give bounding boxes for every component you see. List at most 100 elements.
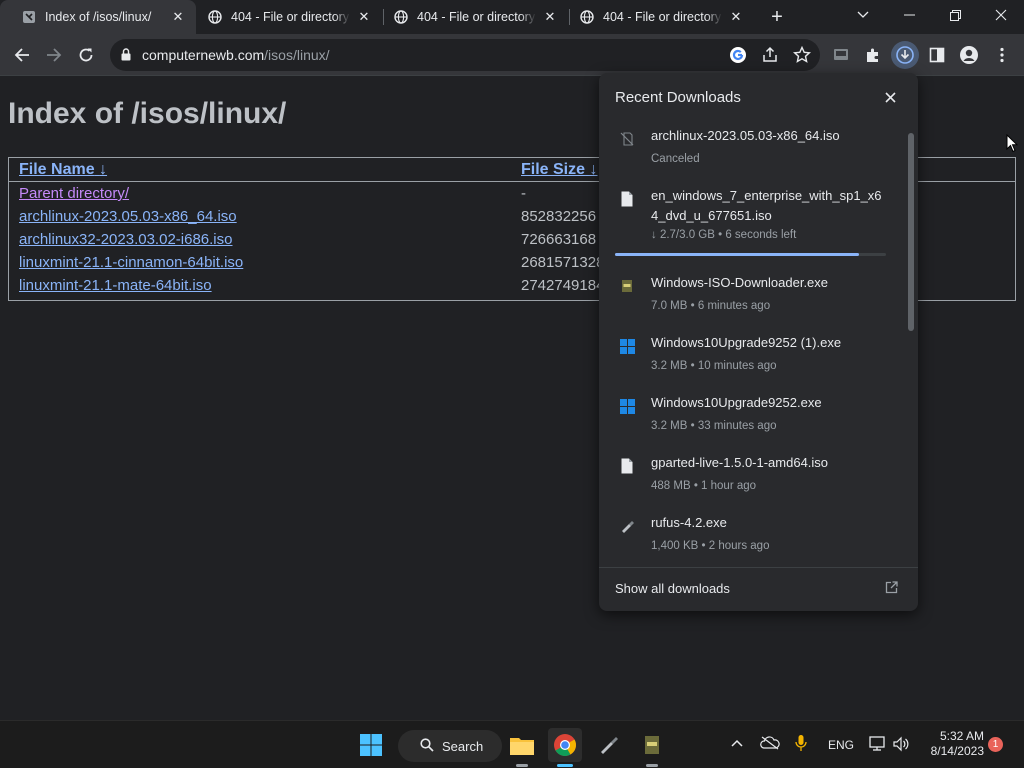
close-window-button[interactable] <box>978 0 1024 30</box>
file-link[interactable]: archlinux32-2023.03.02-i686.iso <box>19 231 232 248</box>
running-indicator <box>646 764 658 767</box>
address-bar[interactable]: computernewb.com/isos/linux/ <box>110 39 820 71</box>
tab-404-2[interactable]: 404 - File or directory n ✕ <box>384 0 568 34</box>
installer-icon <box>619 277 635 295</box>
tab-title: Index of /isos/linux/ <box>45 10 152 24</box>
reload-button[interactable] <box>72 41 100 69</box>
chrome-taskbar-icon[interactable] <box>548 728 582 762</box>
microphone-icon[interactable] <box>795 734 807 755</box>
download-item[interactable]: en_windows_7_enterprise_with_sp1_x64_dvd… <box>599 186 902 256</box>
download-item[interactable]: gparted-live-1.5.0-1-amd64.iso 488 MB • … <box>599 453 902 503</box>
page-favicon-icon <box>22 10 36 24</box>
clock[interactable]: 5:32 AM 8/14/2023 <box>922 729 984 759</box>
running-indicator <box>516 764 528 767</box>
download-filename: Windows10Upgrade9252.exe <box>651 395 822 410</box>
download-status: 3.2 MB • 33 minutes ago <box>651 420 777 432</box>
file-link[interactable]: linuxmint-21.1-cinnamon-64bit.iso <box>19 254 243 271</box>
tab-close-icon[interactable]: ✕ <box>542 9 558 25</box>
file-explorer-icon[interactable] <box>505 728 539 762</box>
file-link[interactable]: linuxmint-21.1-mate-64bit.iso <box>19 277 212 294</box>
tab-title: 404 - File or directory n <box>417 10 536 24</box>
extensions-icon[interactable] <box>859 41 887 69</box>
notification-badge[interactable]: 1 <box>988 737 1003 752</box>
tab-close-icon[interactable]: ✕ <box>356 9 372 25</box>
downloads-title: Recent Downloads <box>615 89 741 106</box>
close-downloads-icon[interactable] <box>882 89 898 105</box>
downloads-panel: Recent Downloads archlinux-2023.05.03-x8… <box>599 73 918 611</box>
canceled-icon <box>619 130 635 148</box>
tab-404-3[interactable]: 404 - File or directory n ✕ <box>570 0 754 34</box>
tab-index-linux[interactable]: Index of /isos/linux/ ✕ <box>0 0 196 34</box>
tab-title: 404 - File or directory n <box>603 10 722 24</box>
tab-404-1[interactable]: 404 - File or directory n ✕ <box>198 0 382 34</box>
side-panel-icon[interactable] <box>923 41 951 69</box>
download-item[interactable]: Windows10Upgrade9252 (1).exe 3.2 MB • 10… <box>599 333 902 383</box>
bookmark-star-icon[interactable] <box>792 45 812 69</box>
lock-icon[interactable] <box>121 48 131 66</box>
taskbar-search[interactable]: Search <box>398 730 502 762</box>
download-item[interactable]: archlinux-2023.05.03-x86_64.iso Canceled <box>599 126 902 176</box>
forward-button[interactable] <box>40 41 68 69</box>
file-icon <box>619 457 635 475</box>
url-host: computernewb.com <box>142 47 265 63</box>
installer-taskbar-icon[interactable] <box>635 728 669 762</box>
profile-avatar-icon[interactable] <box>955 41 983 69</box>
show-all-downloads[interactable]: Show all downloads <box>599 567 918 611</box>
chrome-menu-icon[interactable] <box>988 41 1016 69</box>
search-label: Search <box>442 738 484 754</box>
mouse-cursor-icon <box>1006 133 1019 158</box>
column-file-name[interactable]: File Name ↓ <box>19 161 107 179</box>
tab-strip: Index of /isos/linux/ ✕ 404 - File or di… <box>0 0 1024 34</box>
active-indicator <box>557 764 573 767</box>
download-item[interactable]: Windows10Upgrade9252.exe 3.2 MB • 33 min… <box>599 393 902 443</box>
download-filename: en_windows_7_enterprise_with_sp1_x64_dvd… <box>651 188 882 223</box>
tray-chevron-icon[interactable] <box>731 736 743 750</box>
start-button[interactable] <box>354 728 388 762</box>
browser-toolbar: computernewb.com/isos/linux/ <box>0 34 1024 76</box>
tab-search-chevron-icon[interactable] <box>840 0 886 30</box>
file-size: 2742749184 <box>521 277 605 294</box>
download-filename: archlinux-2023.05.03-x86_64.iso <box>651 128 840 143</box>
globe-icon <box>394 10 408 24</box>
network-icon[interactable] <box>869 736 887 755</box>
volume-icon[interactable] <box>893 736 909 755</box>
restore-button[interactable] <box>932 0 978 30</box>
download-status: 1,400 KB • 2 hours ago <box>651 540 770 552</box>
download-status: ↓ 2.7/3.0 GB • 6 seconds left <box>651 229 797 241</box>
download-status: Canceled <box>651 153 700 165</box>
download-filename: Windows10Upgrade9252 (1).exe <box>651 335 842 350</box>
column-file-size[interactable]: File Size ↓ <box>521 161 597 179</box>
downloads-scrollbar[interactable] <box>908 133 914 331</box>
url-path: /isos/linux/ <box>264 47 330 63</box>
file-link[interactable]: archlinux-2023.05.03-x86_64.iso <box>19 208 237 225</box>
download-progress-fill <box>615 253 859 256</box>
download-item[interactable]: Windows-ISO-Downloader.exe 7.0 MB • 6 mi… <box>599 273 902 323</box>
language-indicator[interactable]: ENG <box>828 738 854 752</box>
tab-title: 404 - File or directory n <box>231 10 350 24</box>
back-button[interactable] <box>8 41 36 69</box>
google-lens-icon[interactable] <box>729 46 747 69</box>
onedrive-icon[interactable] <box>760 736 780 753</box>
page-title: Index of /isos/linux/ <box>8 97 287 130</box>
tab-close-icon[interactable]: ✕ <box>728 9 744 25</box>
download-filename: Windows-ISO-Downloader.exe <box>651 275 829 290</box>
file-size: 852832256 <box>521 208 597 225</box>
file-size: - <box>521 185 526 202</box>
download-item[interactable]: rufus-4.2.exe 1,400 KB • 2 hours ago <box>599 513 902 563</box>
clock-time: 5:32 AM <box>939 729 984 743</box>
minimize-button[interactable] <box>886 0 932 30</box>
rufus-taskbar-icon[interactable] <box>592 728 626 762</box>
search-icon <box>420 737 434 755</box>
file-size: 726663168 <box>521 231 597 248</box>
clock-date: 8/14/2023 <box>930 744 984 758</box>
new-tab-button[interactable]: + <box>766 6 788 28</box>
share-icon[interactable] <box>761 46 779 69</box>
download-progress-bar <box>615 253 886 256</box>
media-router-icon[interactable] <box>827 41 855 69</box>
downloads-button[interactable] <box>891 41 919 69</box>
file-size: 2681571328 <box>521 254 605 271</box>
tab-close-icon[interactable]: ✕ <box>170 9 186 25</box>
file-link[interactable]: Parent directory/ <box>19 185 129 202</box>
globe-icon <box>580 10 594 24</box>
url-text: computernewb.com/isos/linux/ <box>142 47 330 63</box>
